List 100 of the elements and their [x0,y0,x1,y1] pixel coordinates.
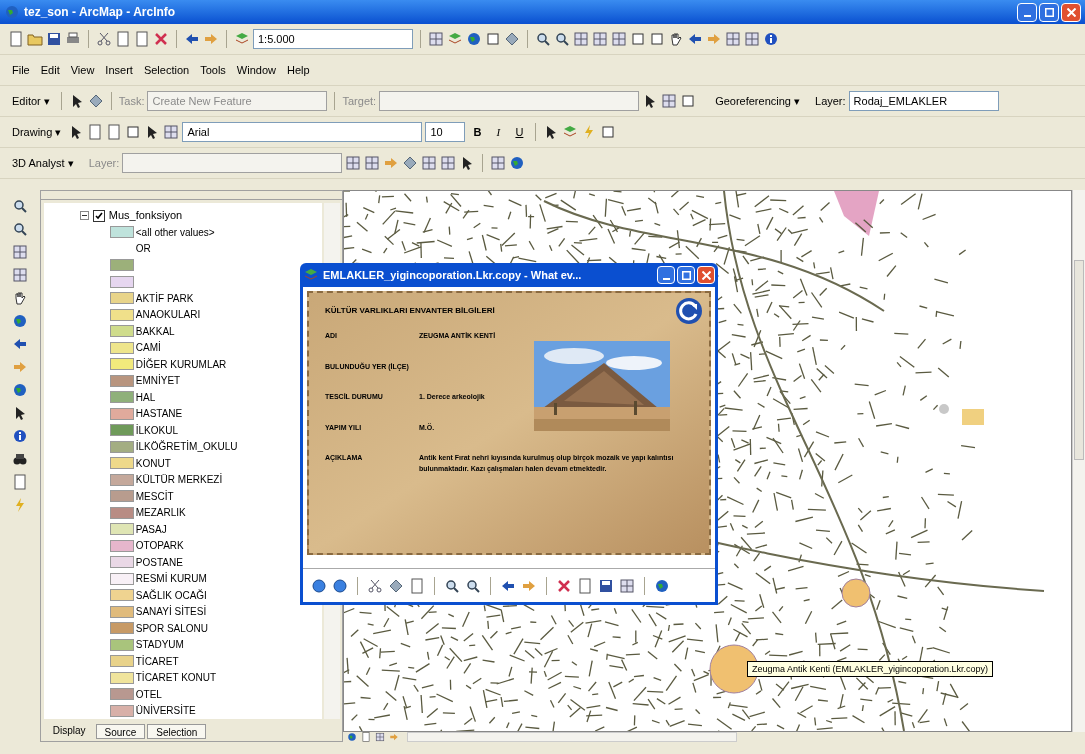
grid-icon[interactable] [744,31,760,47]
page-icon[interactable] [361,732,371,742]
menu-item[interactable]: Edit [36,61,64,79]
font-size-dropdown[interactable]: 10 [425,122,466,142]
page-icon[interactable] [11,474,28,490]
scissors-icon[interactable] [367,577,383,594]
menu-item[interactable]: Insert [101,61,137,79]
magnifier-icon[interactable] [11,221,28,237]
grid-icon[interactable] [375,732,385,742]
globe-icon[interactable] [466,31,482,47]
layer-dropdown[interactable]: Rodaj_EMLAKLER [848,91,999,111]
diamond-icon[interactable] [388,577,404,594]
close-button[interactable] [1061,2,1081,22]
grid-icon[interactable] [725,31,741,47]
menu-item[interactable]: Selection [139,61,194,79]
page-icon[interactable] [8,31,24,47]
page-icon[interactable] [577,577,593,594]
layer-dropdown[interactable] [122,153,343,173]
grid-icon[interactable] [490,155,507,171]
scissors-icon[interactable] [96,31,112,47]
menu-button[interactable]: Drawing ▾ [8,122,66,142]
globe-icon[interactable] [11,313,28,329]
maximize-icon [681,270,691,280]
legend-label: HAL [135,390,156,405]
menu-button[interactable]: Editor ▾ [8,91,54,111]
font-dropdown[interactable]: Arial [182,122,423,142]
collapse-icon[interactable] [79,211,89,220]
legend-label: HASTANE [135,407,183,422]
bold-button[interactable]: B [468,123,487,141]
close-icon[interactable] [556,577,572,594]
magnifier-icon[interactable] [11,198,28,214]
page-icon[interactable] [409,577,425,594]
italic-button[interactable]: I [489,123,508,141]
scale-dropdown[interactable]: 1:5.000 [253,29,413,49]
magnifier-icon[interactable] [554,31,570,47]
tab[interactable]: Selection [147,724,207,739]
square-icon[interactable] [680,93,697,109]
page-icon[interactable] [115,31,131,47]
task-label: Task: [118,93,145,109]
scrollbar[interactable] [407,732,737,742]
circle-icon[interactable] [332,577,348,594]
magnifier-icon[interactable] [535,31,551,47]
diamond-icon[interactable] [402,155,419,171]
grid-icon[interactable] [345,155,362,171]
grid-icon[interactable] [592,31,608,47]
circle-icon[interactable] [311,577,327,594]
square-icon[interactable] [600,124,617,140]
menu-button[interactable]: Georeferencing ▾ [711,91,804,111]
square-icon[interactable] [630,31,646,47]
grid-icon[interactable] [440,155,457,171]
grid-icon[interactable] [11,244,28,260]
arrow-left-icon[interactable] [687,31,703,47]
grid-icon[interactable] [661,93,678,109]
grid-icon[interactable] [611,31,627,47]
square-icon[interactable] [485,31,501,47]
binoculars-icon[interactable] [11,451,28,467]
page-icon[interactable] [134,31,150,47]
globe-icon[interactable] [509,155,526,171]
tab[interactable]: Source [95,724,146,739]
maximize-button[interactable] [677,266,695,284]
scrollbar[interactable] [1072,190,1085,732]
grid-icon[interactable] [421,155,438,171]
globe-icon[interactable] [347,732,357,742]
underline-button[interactable]: U [510,123,529,141]
magnifier-icon[interactable] [465,577,481,594]
close-button[interactable] [697,266,715,284]
page-icon[interactable] [106,124,123,140]
menu-item[interactable]: File [8,61,34,79]
magnifier-icon[interactable] [444,577,460,594]
globe-icon[interactable] [654,577,670,594]
maximize-button[interactable] [1039,2,1059,22]
info-icon[interactable] [11,428,28,444]
menu-item[interactable]: Help [282,61,314,79]
hand-icon[interactable] [668,31,684,47]
grid-icon[interactable] [163,124,180,140]
menu-item[interactable]: Tools [196,61,230,79]
checkbox[interactable] [92,209,105,222]
menu-button[interactable]: 3D Analyst ▾ [8,153,78,173]
legend-label: SANAYİ SİTESİ [135,604,207,620]
close-icon[interactable] [153,31,169,47]
refresh-icon[interactable] [675,297,703,325]
legend-label: OR [135,242,151,257]
info-icon[interactable] [763,31,779,47]
globe-icon[interactable] [11,382,28,398]
minimize-button[interactable] [657,266,675,284]
minimize-button[interactable] [1017,2,1037,22]
grid-icon[interactable] [573,31,589,47]
menu-item[interactable]: View [66,61,99,79]
grid-icon[interactable] [619,577,635,594]
diamond-icon[interactable] [504,31,520,47]
layer-name[interactable]: Mus_fonksiyon [108,207,183,224]
grid-icon[interactable] [428,31,444,47]
arrow-left-icon[interactable] [184,31,200,47]
legend-label: SAĞLIK OCAĞI [135,588,207,603]
menu-item[interactable]: Window [232,61,280,79]
grid-icon[interactable] [364,155,381,171]
diamond-icon[interactable] [87,93,104,109]
layer-label: Layer: [88,155,120,171]
folder-icon[interactable] [27,31,43,47]
grid-icon[interactable] [11,267,28,283]
